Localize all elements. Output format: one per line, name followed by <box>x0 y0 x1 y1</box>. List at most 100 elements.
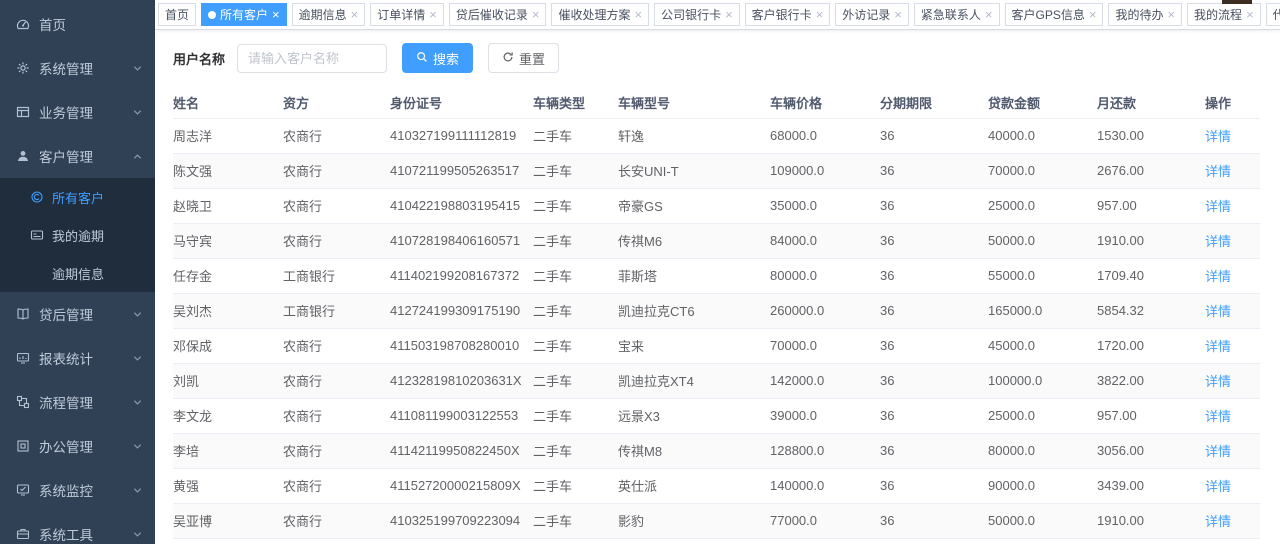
detail-link[interactable]: 详情 <box>1205 199 1231 214</box>
tab-close-icon[interactable]: × <box>1167 8 1175 21</box>
table-cell: 70000.0 <box>988 153 1097 188</box>
tab-所有客户[interactable]: 所有客户× <box>201 3 287 26</box>
tab-close-icon[interactable]: × <box>351 8 359 21</box>
column-header-贷款金额: 贷款金额 <box>988 88 1097 118</box>
table-cell: 50000.0 <box>988 223 1097 258</box>
sidebar-item-系统工具[interactable]: 系统工具 <box>0 512 155 544</box>
tab-close-icon[interactable]: × <box>272 8 280 21</box>
table-cell: 411081199003122553 <box>390 398 533 433</box>
tab-close-icon[interactable]: × <box>532 8 540 21</box>
table-cell: 36 <box>880 398 988 433</box>
sidebar-item-办公管理[interactable]: 办公管理 <box>0 424 155 468</box>
sidebar-item-label: 首页 <box>39 14 143 34</box>
tab-label: 公司银行卡 <box>661 6 721 23</box>
detail-link[interactable]: 详情 <box>1205 444 1231 459</box>
tab-label: 客户银行卡 <box>752 6 812 23</box>
tab-首页[interactable]: 首页 <box>158 3 196 26</box>
tab-close-icon[interactable]: × <box>816 8 824 21</box>
table-cell: 410327199111112819 <box>390 118 533 153</box>
table-cell: 80000.0 <box>988 433 1097 468</box>
sidebar-item-客户管理[interactable]: 客户管理 <box>0 134 155 178</box>
sidebar-subitem-所有客户[interactable]: 所有客户 <box>0 178 155 216</box>
tab-代签任务[interactable]: 代签任务× <box>1266 3 1280 26</box>
chevron-down-icon <box>132 107 143 118</box>
tab-close-icon[interactable]: × <box>894 8 902 21</box>
sidebar-item-贷后管理[interactable]: 贷后管理 <box>0 292 155 336</box>
sidebar-item-label: 系统管理 <box>39 58 132 78</box>
tab-我的流程[interactable]: 我的流程× <box>1187 3 1261 26</box>
sidebar-item-label: 业务管理 <box>39 102 132 122</box>
table-cell: 25000.0 <box>988 188 1097 223</box>
overdue-icon <box>30 228 44 242</box>
tab-我的待办[interactable]: 我的待办× <box>1108 3 1182 26</box>
tab-close-icon[interactable]: × <box>429 8 437 21</box>
detail-link[interactable]: 详情 <box>1205 164 1231 179</box>
tab-label: 催收处理方案 <box>558 6 630 23</box>
table-cell: 36 <box>880 223 988 258</box>
table-cell: 工商银行 <box>283 538 390 544</box>
sidebar-item-报表统计[interactable]: 报表统计 <box>0 336 155 380</box>
table-cell: 任存金 <box>173 258 283 293</box>
sidebar-item-首页[interactable]: 首页 <box>0 2 155 46</box>
table-cell: 农商行 <box>283 328 390 363</box>
tab-客户GPS信息[interactable]: 客户GPS信息× <box>1005 3 1104 26</box>
sidebar-subitem-label: 所有客户 <box>52 188 104 207</box>
sidebar-item-label: 流程管理 <box>39 392 132 412</box>
table-cell: 二手车 <box>533 293 618 328</box>
sidebar-item-流程管理[interactable]: 流程管理 <box>0 380 155 424</box>
sidebar-item-系统监控[interactable]: 系统监控 <box>0 468 155 512</box>
tab-公司银行卡[interactable]: 公司银行卡 × <box>654 3 740 26</box>
tab-close-icon[interactable]: × <box>1246 8 1254 21</box>
table-cell: 农商行 <box>283 153 390 188</box>
table-cell: 411402199208167372 <box>390 258 533 293</box>
sidebar-item-业务管理[interactable]: 业务管理 <box>0 90 155 134</box>
detail-link[interactable]: 详情 <box>1205 304 1231 319</box>
table-cell: 李文龙 <box>173 398 283 433</box>
table-cell: 55000.0 <box>988 258 1097 293</box>
detail-link[interactable]: 详情 <box>1205 269 1231 284</box>
tab-close-icon[interactable]: × <box>634 8 642 21</box>
tab-客户银行卡[interactable]: 客户银行卡 × <box>745 3 831 26</box>
detail-link[interactable]: 详情 <box>1205 514 1231 529</box>
tab-close-icon[interactable]: × <box>985 8 993 21</box>
tab-外访记录[interactable]: 外访记录× <box>835 3 909 26</box>
detail-link[interactable]: 详情 <box>1205 129 1231 144</box>
monitor-icon <box>15 482 31 498</box>
table-cell: 周志洋 <box>173 118 283 153</box>
table-cell: 36 <box>880 433 988 468</box>
table-cell: 宝来 <box>618 328 770 363</box>
tab-逾期信息[interactable]: 逾期信息× <box>292 3 366 26</box>
tab-close-icon[interactable]: × <box>1089 8 1097 21</box>
table-cell: 二手车 <box>533 153 618 188</box>
table-cell: 二手车 <box>533 223 618 258</box>
tab-贷后催收记录[interactable]: 贷后催收记录× <box>449 3 547 26</box>
table-cell: 90000.0 <box>988 468 1097 503</box>
sidebar-subitem-我的逾期[interactable]: 我的逾期 <box>0 216 155 254</box>
sidebar-item-系统管理[interactable]: 系统管理 <box>0 46 155 90</box>
table-cell: 3822.00 <box>1097 363 1205 398</box>
tab-label: 订单详情 <box>377 6 425 23</box>
reset-button[interactable]: 重置 <box>488 43 559 73</box>
search-button-label: 搜索 <box>433 49 459 68</box>
detail-link[interactable]: 详情 <box>1205 339 1231 354</box>
table-cell: 农商行 <box>283 118 390 153</box>
tab-催收处理方案[interactable]: 催收处理方案 × <box>551 3 649 26</box>
search-button[interactable]: 搜索 <box>402 43 473 73</box>
tab-订单详情[interactable]: 订单详情 × <box>370 3 444 26</box>
tab-紧急联系人[interactable]: 紧急联系人× <box>914 3 1000 26</box>
search-input[interactable] <box>237 44 387 73</box>
table-cell-actions: 详情 <box>1205 153 1260 188</box>
table-cell: 农商行 <box>283 363 390 398</box>
tab-close-icon[interactable]: × <box>725 8 733 21</box>
sidebar-subitem-逾期信息[interactable]: 逾期信息 <box>0 254 155 292</box>
search-form: 用户名称 搜索 重置 <box>173 42 1260 74</box>
table-cell: 100000.0 <box>988 363 1097 398</box>
table-cell: 411503198708280010 <box>390 328 533 363</box>
table-cell: 36 <box>880 328 988 363</box>
detail-link[interactable]: 详情 <box>1205 479 1231 494</box>
detail-link[interactable]: 详情 <box>1205 234 1231 249</box>
detail-link[interactable]: 详情 <box>1205 374 1231 389</box>
chevron-down-icon <box>132 353 143 364</box>
detail-link[interactable]: 详情 <box>1205 409 1231 424</box>
chevron-down-icon <box>132 63 143 74</box>
